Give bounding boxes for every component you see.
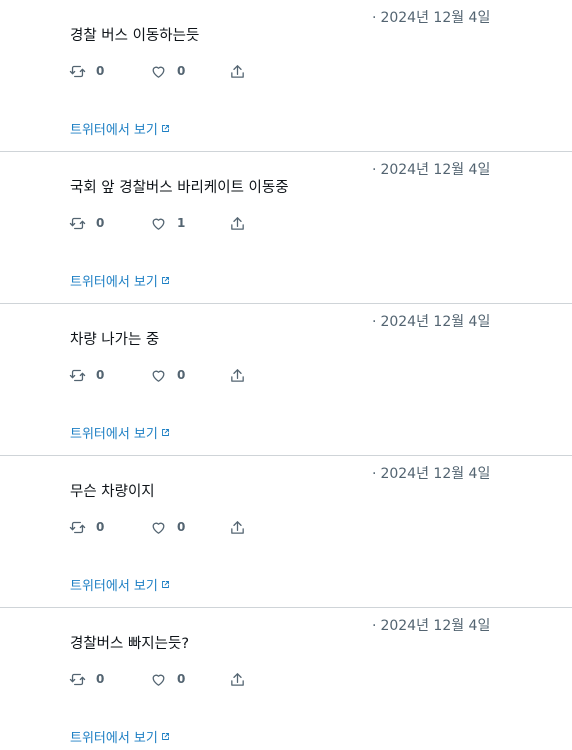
share-button[interactable] xyxy=(229,366,246,384)
share-icon xyxy=(231,64,244,78)
retweet-count: 0 xyxy=(96,368,105,382)
share-icon xyxy=(231,672,244,686)
external-link-icon xyxy=(161,125,169,132)
view-on-twitter-link[interactable]: 트위터에서 보기 xyxy=(70,271,170,290)
external-link-icon xyxy=(161,581,169,588)
view-on-twitter-link[interactable]: 트위터에서 보기 xyxy=(70,727,170,746)
share-icon xyxy=(231,520,244,534)
date-separator: · xyxy=(372,618,377,634)
tweet-card: · 2024년 12월 4일 국회 앞 경찰버스 바리케이트 이동중 0 1 트위… xyxy=(0,152,572,304)
view-on-twitter-label: 트위터에서 보기 xyxy=(70,427,158,442)
retweet-icon xyxy=(69,65,86,77)
heart-icon xyxy=(152,674,165,686)
tweet-text: 경찰버스 빠지는듯? xyxy=(70,636,190,652)
tweet-card: · 2024년 12월 4일 경찰버스 빠지는듯? 0 0 트위터에서 보기 xyxy=(0,608,572,750)
share-icon xyxy=(231,216,244,230)
retweet-icon xyxy=(69,673,86,685)
view-on-twitter-label: 트위터에서 보기 xyxy=(70,275,158,290)
retweet-button[interactable]: 0 xyxy=(69,214,104,232)
retweet-count: 0 xyxy=(96,64,105,78)
like-count: 0 xyxy=(177,672,186,686)
view-on-twitter-label: 트위터에서 보기 xyxy=(70,731,158,746)
tweet-date-text: 2024년 12월 4일 xyxy=(380,314,491,330)
tweet-date: · 2024년 12월 4일 xyxy=(372,615,490,635)
retweet-icon xyxy=(69,217,86,229)
like-count: 0 xyxy=(177,520,186,534)
heart-icon xyxy=(152,370,165,382)
view-on-twitter-label: 트위터에서 보기 xyxy=(70,123,158,138)
like-count: 1 xyxy=(177,216,186,230)
like-count: 0 xyxy=(177,368,186,382)
retweet-button[interactable]: 0 xyxy=(69,518,104,536)
tweet-date: · 2024년 12월 4일 xyxy=(372,7,490,27)
retweet-count: 0 xyxy=(96,520,105,534)
tweet-text: 경찰 버스 이동하는듯 xyxy=(70,28,200,44)
heart-icon xyxy=(152,66,165,78)
retweet-count: 0 xyxy=(96,672,105,686)
retweet-count: 0 xyxy=(96,216,105,230)
tweet-text: 무슨 차량이지 xyxy=(70,484,155,500)
like-button[interactable]: 1 xyxy=(150,214,185,232)
date-separator: · xyxy=(372,10,377,26)
retweet-button[interactable]: 0 xyxy=(69,366,104,384)
tweet-date-text: 2024년 12월 4일 xyxy=(380,618,491,634)
like-button[interactable]: 0 xyxy=(150,62,185,80)
tweet-text: 국회 앞 경찰버스 바리케이트 이동중 xyxy=(70,180,289,196)
like-count: 0 xyxy=(177,64,186,78)
tweet-feed: · 2024년 12월 4일 경찰 버스 이동하는듯 0 0 트위터에서 보기 ·… xyxy=(0,0,572,750)
heart-icon xyxy=(152,218,165,230)
tweet-date-text: 2024년 12월 4일 xyxy=(380,466,491,482)
share-button[interactable] xyxy=(229,214,246,232)
tweet-date: · 2024년 12월 4일 xyxy=(372,159,490,179)
retweet-icon xyxy=(69,521,86,533)
heart-icon xyxy=(152,522,165,534)
date-separator: · xyxy=(372,466,377,482)
retweet-button[interactable]: 0 xyxy=(69,62,104,80)
external-link-icon xyxy=(161,733,169,740)
like-button[interactable]: 0 xyxy=(150,518,185,536)
tweet-date-text: 2024년 12월 4일 xyxy=(380,162,491,178)
external-link-icon xyxy=(161,429,169,436)
share-button[interactable] xyxy=(229,518,246,536)
share-icon xyxy=(231,368,244,382)
external-link-icon xyxy=(161,277,169,284)
retweet-icon xyxy=(69,369,86,381)
tweet-date: · 2024년 12월 4일 xyxy=(372,311,490,331)
tweet-date: · 2024년 12월 4일 xyxy=(372,463,490,483)
share-button[interactable] xyxy=(229,670,246,688)
tweet-card: · 2024년 12월 4일 무슨 차량이지 0 0 트위터에서 보기 xyxy=(0,456,572,608)
view-on-twitter-link[interactable]: 트위터에서 보기 xyxy=(70,119,170,138)
tweet-card: · 2024년 12월 4일 차량 나가는 중 0 0 트위터에서 보기 xyxy=(0,304,572,456)
tweet-text: 차량 나가는 중 xyxy=(70,332,160,348)
view-on-twitter-label: 트위터에서 보기 xyxy=(70,579,158,594)
tweet-date-text: 2024년 12월 4일 xyxy=(380,10,491,26)
share-button[interactable] xyxy=(229,62,246,80)
view-on-twitter-link[interactable]: 트위터에서 보기 xyxy=(70,423,170,442)
tweet-card: · 2024년 12월 4일 경찰 버스 이동하는듯 0 0 트위터에서 보기 xyxy=(0,0,572,152)
view-on-twitter-link[interactable]: 트위터에서 보기 xyxy=(70,575,170,594)
like-button[interactable]: 0 xyxy=(150,366,185,384)
like-button[interactable]: 0 xyxy=(150,670,185,688)
date-separator: · xyxy=(372,162,377,178)
date-separator: · xyxy=(372,314,377,330)
retweet-button[interactable]: 0 xyxy=(69,670,104,688)
